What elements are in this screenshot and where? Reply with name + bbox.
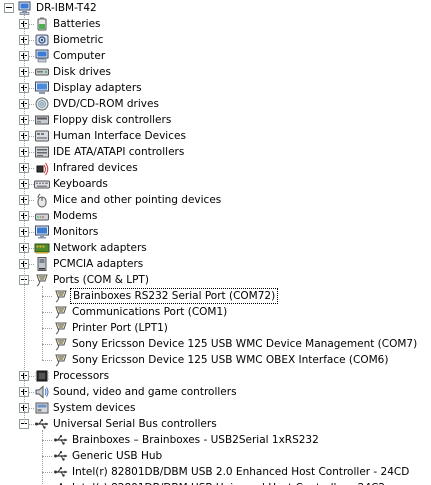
device-label: Communications Port (COM1) [72, 306, 228, 318]
tree-category-label: DVD/CD-ROM drives [53, 98, 159, 110]
device-label: Generic USB Hub [72, 450, 163, 462]
tree-category-label: Disk drives [53, 66, 111, 78]
tree-category-label: System devices [53, 402, 136, 414]
selected-device-label: Brainboxes RS232 Serial Port (COM72) [70, 288, 279, 304]
tree-category-disk-drives[interactable]: Disk drives [0, 64, 431, 80]
usb-icon [53, 432, 69, 448]
tree-category-label: Processors [53, 370, 110, 382]
tree-category-ports-com-lpt[interactable]: Ports (COM & LPT) [0, 272, 431, 288]
tree-category-floppy-disk-controllers[interactable]: Floppy disk controllers [0, 112, 431, 128]
tree-category-label: Universal Serial Bus controllers [53, 418, 217, 430]
battery-icon [34, 16, 50, 32]
tree-category-ide-ata-atapi-controllers[interactable]: IDE ATA/ATAPI controllers [0, 144, 431, 160]
floppy-controller-icon [34, 112, 50, 128]
port-icon [53, 304, 69, 320]
tree-category-label: Monitors [53, 226, 99, 238]
port-icon [53, 352, 69, 368]
usb-icon [53, 480, 69, 485]
tree-device-item[interactable]: Intel(r) 82801DB/DBM USB 2.0 Enhanced Ho… [0, 464, 431, 480]
device-label: Brainboxes – Brainboxes - USB2Serial 1xR… [72, 434, 319, 446]
tree-category-sound-video-and-game-controllers[interactable]: Sound, video and game controllers [0, 384, 431, 400]
monitor-icon [34, 224, 50, 240]
tree-category-biometric[interactable]: Biometric [0, 32, 431, 48]
tree-category-label: Ports (COM & LPT) [53, 274, 149, 286]
collapse-toggle-icon[interactable] [4, 3, 14, 13]
device-label: Sony Ericsson Device 125 USB WMC Device … [72, 338, 418, 350]
keyboard-icon [34, 176, 50, 192]
cdrom-icon [34, 96, 50, 112]
tree-device-item[interactable]: Printer Port (LPT1) [0, 320, 431, 336]
mouse-icon [34, 192, 50, 208]
tree-device-item[interactable]: Sony Ericsson Device 125 USB WMC OBEX In… [0, 352, 431, 368]
tree-connector [24, 12, 25, 424]
device-label: Printer Port (LPT1) [72, 322, 168, 334]
device-label: Intel(r) 82801DB/DBM USB 2.0 Enhanced Ho… [72, 466, 410, 478]
tree-root[interactable]: DR-IBM-T42 [0, 0, 431, 16]
hid-icon [34, 128, 50, 144]
usb-icon [53, 448, 69, 464]
tree-device-item[interactable]: Brainboxes RS232 Serial Port (COM72) [0, 288, 431, 304]
tree-device-item[interactable]: Communications Port (COM1) [0, 304, 431, 320]
disk-drive-icon [34, 64, 50, 80]
port-icon [53, 288, 69, 304]
tree-category-infrared-devices[interactable]: Infrared devices [0, 160, 431, 176]
tree-category-label: Keyboards [53, 178, 108, 190]
tree-category-label: PCMCIA adapters [53, 258, 144, 270]
tree-category-label: Network adapters [53, 242, 147, 254]
tree-root-label: DR-IBM-T42 [36, 2, 97, 14]
tree-category-mice-and-other-pointing-devices[interactable]: Mice and other pointing devices [0, 192, 431, 208]
tree-category-pcmcia-adapters[interactable]: PCMCIA adapters [0, 256, 431, 272]
tree-category-label: Sound, video and game controllers [53, 386, 237, 398]
network-adapter-icon [34, 240, 50, 256]
modem-icon [34, 208, 50, 224]
usb-icon [53, 464, 69, 480]
tree-category-label: Infrared devices [53, 162, 138, 174]
tree-category-computer[interactable]: Computer [0, 48, 431, 64]
tree-category-label: Batteries [53, 18, 101, 30]
tree-category-monitors[interactable]: Monitors [0, 224, 431, 240]
tree-category-modems[interactable]: Modems [0, 208, 431, 224]
pcmcia-icon [34, 256, 50, 272]
tree-category-label: Computer [53, 50, 106, 62]
ide-controller-icon [34, 144, 50, 160]
tree-connector [42, 430, 43, 485]
device-label: Intel(r) 82801DB/DBM USB Universal Host … [70, 480, 387, 485]
computer-icon [34, 48, 50, 64]
port-icon [53, 320, 69, 336]
sound-icon [34, 384, 50, 400]
tree-category-label: IDE ATA/ATAPI controllers [53, 146, 185, 158]
processor-icon [34, 368, 50, 384]
tree-category-human-interface-devices[interactable]: Human Interface Devices [0, 128, 431, 144]
tree-category-system-devices[interactable]: System devices [0, 400, 431, 416]
computer-root-icon [17, 0, 33, 16]
biometric-icon [34, 32, 50, 48]
tree-device-item[interactable]: Brainboxes – Brainboxes - USB2Serial 1xR… [0, 432, 431, 448]
tree-connector [42, 286, 43, 360]
tree-device-item[interactable]: Sony Ericsson Device 125 USB WMC Device … [0, 336, 431, 352]
tree-category-label: Display adapters [53, 82, 142, 94]
tree-device-item[interactable]: Intel(r) 82801DB/DBM USB Universal Host … [0, 480, 431, 485]
device-label: Sony Ericsson Device 125 USB WMC OBEX In… [72, 354, 389, 366]
tree-category-label: Biometric [53, 34, 104, 46]
tree-category-keyboards[interactable]: Keyboards [0, 176, 431, 192]
infrared-icon [34, 160, 50, 176]
port-icon [53, 336, 69, 352]
tree-category-label: Human Interface Devices [53, 130, 186, 142]
tree-category-network-adapters[interactable]: Network adapters [0, 240, 431, 256]
tree-device-item[interactable]: Generic USB Hub [0, 448, 431, 464]
tree-category-universal-serial-bus-controllers[interactable]: Universal Serial Bus controllers [0, 416, 431, 432]
tree-category-label: Modems [53, 210, 98, 222]
tree-category-display-adapters[interactable]: Display adapters [0, 80, 431, 96]
tree-category-batteries[interactable]: Batteries [0, 16, 431, 32]
tree-category-processors[interactable]: Processors [0, 368, 431, 384]
display-adapter-icon [34, 80, 50, 96]
tree-category-label: Floppy disk controllers [53, 114, 172, 126]
system-device-icon [34, 400, 50, 416]
device-manager-tree[interactable]: DR-IBM-T42 Batteries Biometric Computer Disk… [0, 0, 431, 485]
tree-category-dvd-cd-rom-drives[interactable]: DVD/CD-ROM drives [0, 96, 431, 112]
tree-category-label: Mice and other pointing devices [53, 194, 222, 206]
